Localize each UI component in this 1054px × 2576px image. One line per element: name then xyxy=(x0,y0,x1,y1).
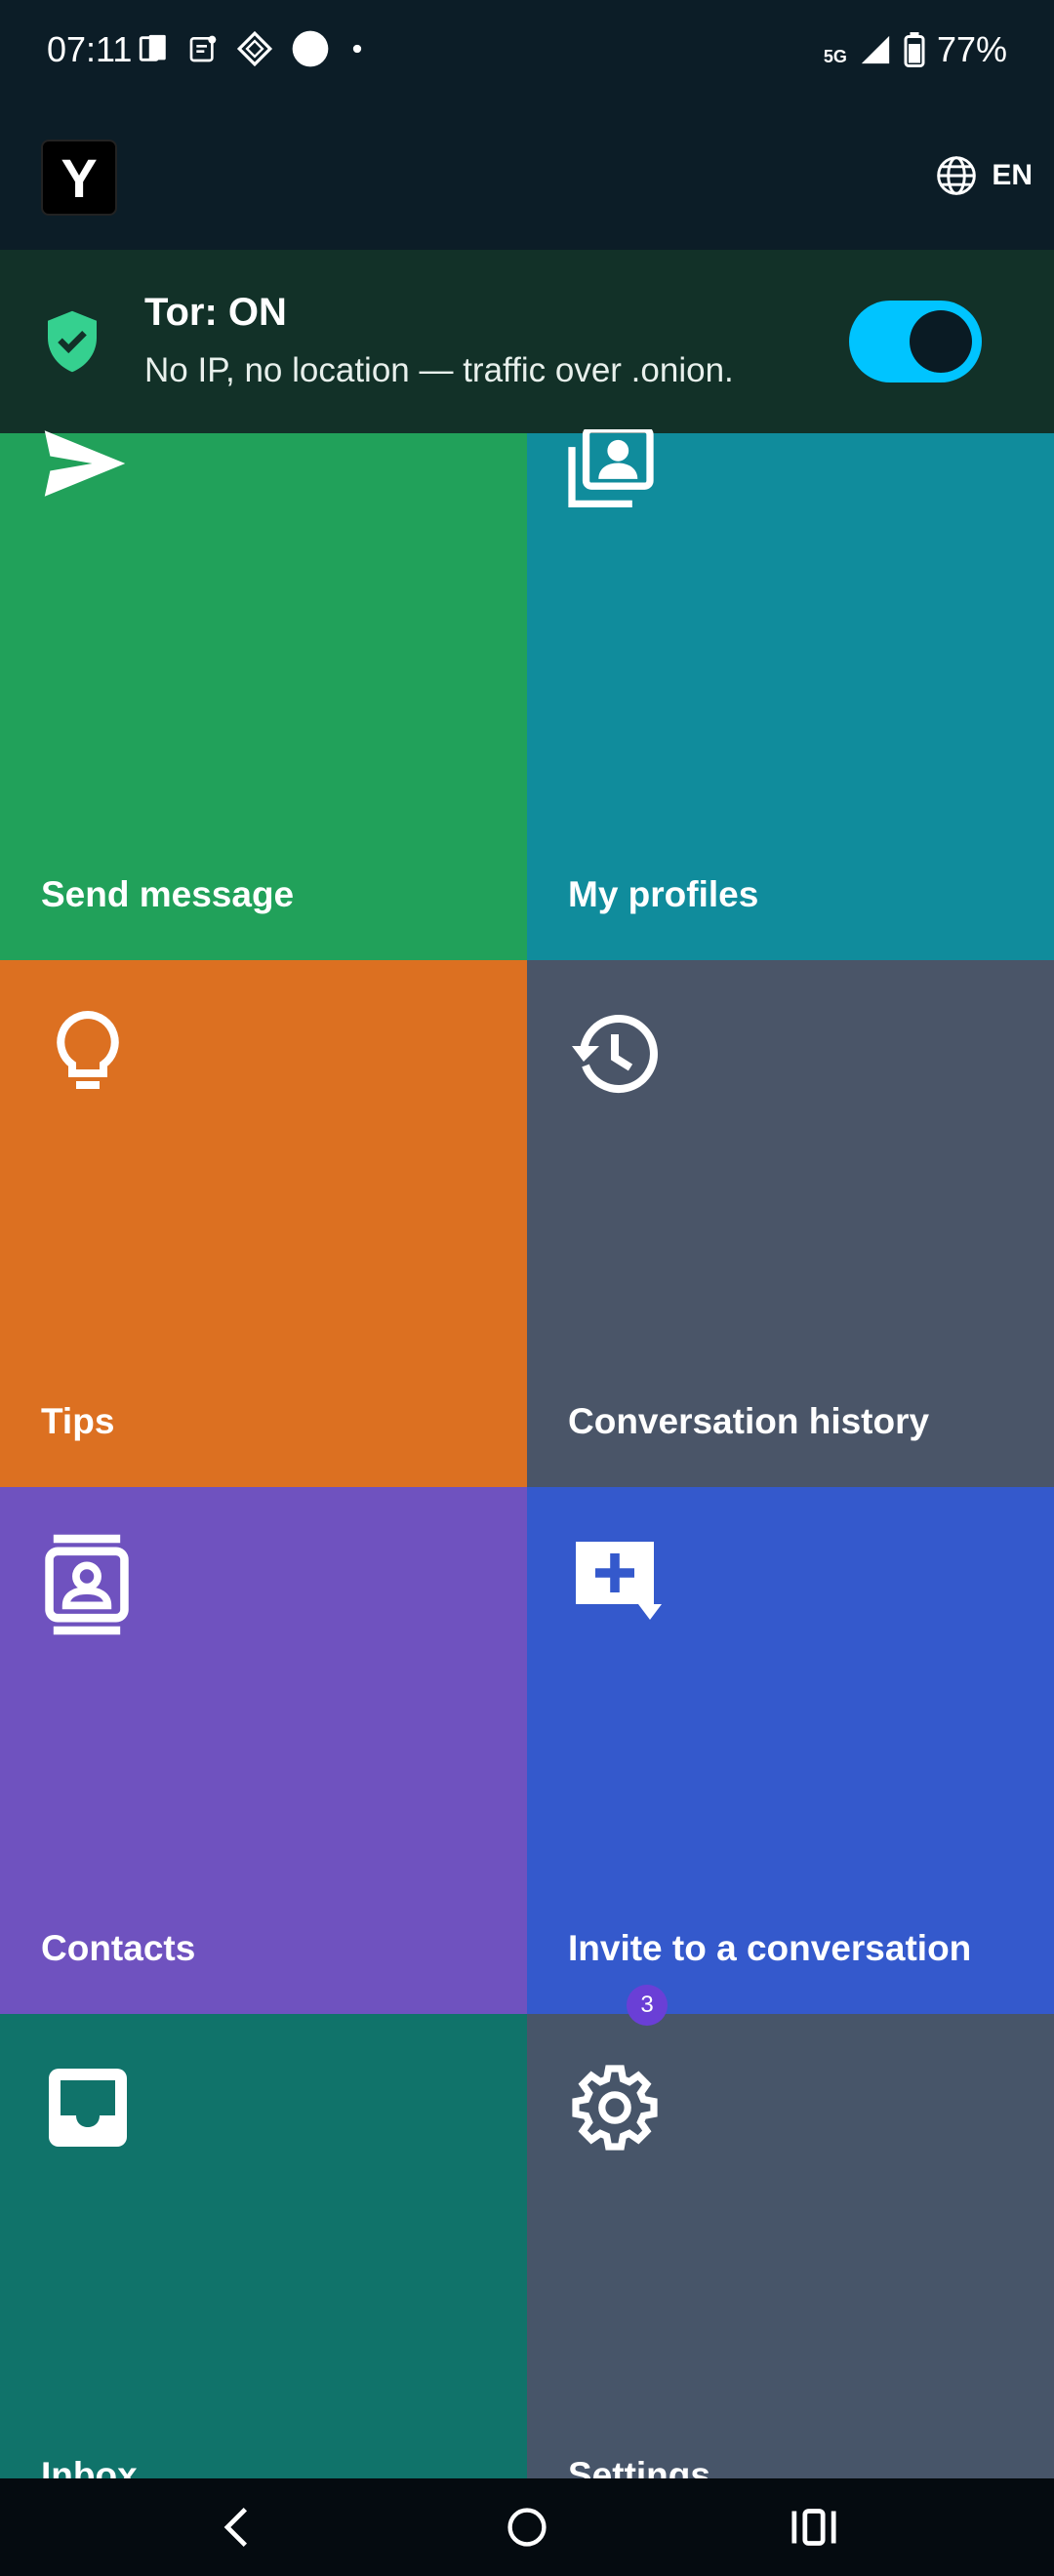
tor-title: Tor: ON xyxy=(144,291,287,334)
inbox-icon xyxy=(49,2069,127,2147)
tile-label: Invite to a conversation xyxy=(568,1928,972,1968)
app-diamond-icon xyxy=(236,30,273,67)
battery-icon xyxy=(904,32,925,67)
tile-invite-conversation[interactable]: Invite to a conversation xyxy=(527,1487,1054,2014)
shield-check-icon xyxy=(48,310,97,373)
toggle-knob xyxy=(910,310,972,373)
app-logo[interactable]: Y xyxy=(41,140,117,216)
tile-my-profiles[interactable]: My profiles xyxy=(527,429,1054,960)
battery-percent: 77% xyxy=(936,29,1007,69)
status-bar: 07:11 5G 77% xyxy=(0,0,1054,105)
tile-conversation-history[interactable]: Conversation history xyxy=(527,960,1054,1487)
globe-icon xyxy=(937,156,977,195)
tile-label: Tips xyxy=(41,1401,115,1441)
tor-toggle[interactable] xyxy=(849,301,982,382)
notification-app-icon xyxy=(139,34,166,61)
tile-label: Conversation history xyxy=(568,1401,930,1441)
tile-tips[interactable]: Tips xyxy=(0,960,527,1487)
tile-label: My profiles xyxy=(568,874,759,914)
status-time: 07:11 xyxy=(47,29,133,69)
system-icons: 5G 77% xyxy=(824,29,1007,70)
add-comment-icon xyxy=(576,1542,662,1620)
settings-notification-badge: 3 xyxy=(627,1985,668,2026)
tile-label: Send message xyxy=(41,874,295,914)
send-icon xyxy=(44,430,126,497)
profiles-icon xyxy=(568,429,654,507)
system-nav-bar xyxy=(0,2478,1054,2576)
back-icon[interactable] xyxy=(217,2506,260,2549)
more-dot-icon xyxy=(352,44,362,54)
tile-send-message[interactable]: Send message xyxy=(0,430,527,960)
lightbulb-icon xyxy=(57,1010,119,1089)
tor-subtitle: No IP, no location — traffic over .onion… xyxy=(144,351,734,389)
recents-icon[interactable] xyxy=(790,2506,837,2549)
tile-settings[interactable]: Settings xyxy=(527,2014,1054,2541)
history-icon xyxy=(572,1015,658,1093)
notification-icons xyxy=(137,29,367,68)
language-label: EN xyxy=(992,159,1033,191)
contacts-icon xyxy=(45,1534,129,1635)
home-icon[interactable] xyxy=(506,2506,548,2549)
gear-icon xyxy=(572,2065,658,2151)
circle-icon xyxy=(292,30,329,67)
tile-contacts[interactable]: Contacts xyxy=(0,1487,527,2014)
notes-icon xyxy=(189,35,217,62)
app-bar: Y EN xyxy=(0,105,1054,250)
tile-label: Contacts xyxy=(41,1928,196,1968)
tile-inbox[interactable]: Inbox xyxy=(0,2014,527,2541)
tor-status-banner: Tor: ON No IP, no location — traffic ove… xyxy=(0,250,1054,433)
language-button[interactable]: EN xyxy=(935,154,1033,197)
network-type: 5G xyxy=(823,46,847,66)
signal-icon xyxy=(861,35,890,64)
